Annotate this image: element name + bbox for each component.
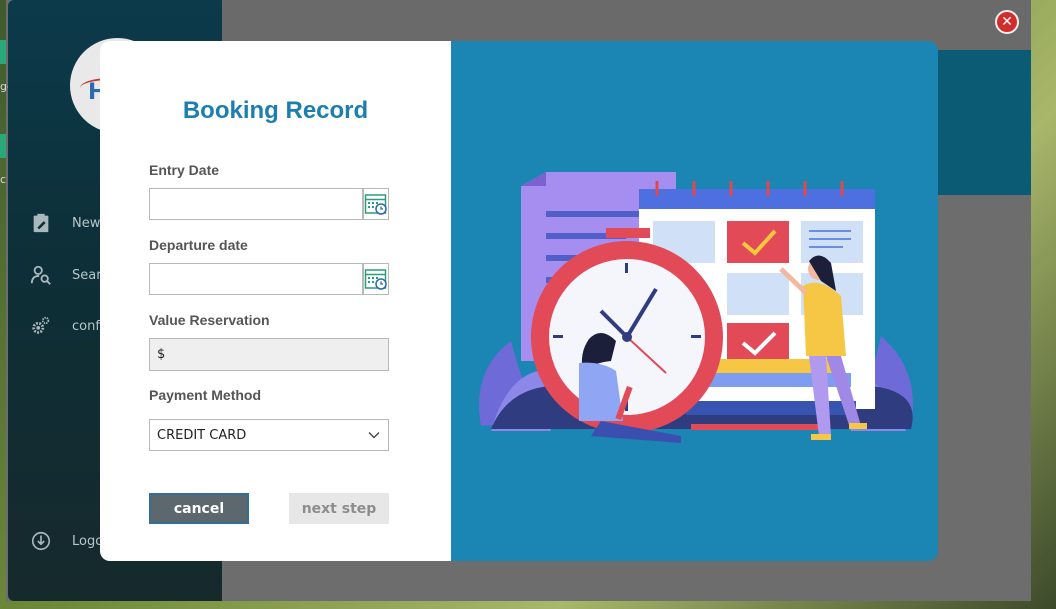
gears-icon <box>32 316 50 334</box>
edge-tab-1 <box>0 40 6 64</box>
sidebar-item-search[interactable]: Searc <box>30 264 108 286</box>
cancel-button[interactable]: cancel <box>149 493 249 524</box>
sidebar-item-config[interactable]: confi <box>30 315 104 337</box>
calendar-clock-icon <box>364 269 387 290</box>
booking-modal: Booking Record Entry Date Departure date <box>100 41 938 561</box>
close-window-button[interactable]: ✕ <box>995 10 1019 34</box>
payment-method-value: CREDIT CARD <box>157 427 247 443</box>
sidebar-item-label: New <box>72 215 101 231</box>
booking-form: Booking Record Entry Date Departure date <box>100 41 451 561</box>
modal-title: Booking Record <box>182 97 369 124</box>
value-reservation-label: Value Reservation <box>149 312 270 328</box>
entry-date-calendar-button[interactable] <box>363 188 389 220</box>
sidebar-item-label: confi <box>72 318 104 334</box>
payment-method-select[interactable]: CREDIT CARD <box>149 419 389 451</box>
user-search-icon <box>30 265 51 285</box>
next-step-button[interactable]: next step <box>289 493 389 524</box>
sidebar-item-label: Logo <box>72 533 104 549</box>
booking-illustration <box>479 172 913 443</box>
clipboard-edit-icon <box>33 213 49 233</box>
sidebar-item-logout[interactable]: Logo <box>30 530 103 552</box>
close-icon: ✕ <box>1001 14 1013 30</box>
edge-tab-2 <box>0 134 6 158</box>
value-reservation-input[interactable]: $ <box>149 338 389 371</box>
departure-date-calendar-button[interactable] <box>363 263 389 295</box>
entry-date-label: Entry Date <box>149 162 220 178</box>
chevron-down-icon <box>368 432 380 439</box>
sidebar-item-new[interactable]: New <box>30 212 100 234</box>
value-reservation-text: $ <box>157 347 166 362</box>
payment-method-label: Payment Method <box>149 387 262 403</box>
calendar-clock-icon <box>364 194 387 215</box>
edge-label-2: c <box>0 173 7 186</box>
illustration-panel <box>451 41 938 561</box>
entry-date-input[interactable] <box>149 188 363 220</box>
departure-date-input[interactable] <box>149 263 363 295</box>
departure-date-label: Departure date <box>149 237 248 253</box>
logout-icon <box>31 531 51 551</box>
